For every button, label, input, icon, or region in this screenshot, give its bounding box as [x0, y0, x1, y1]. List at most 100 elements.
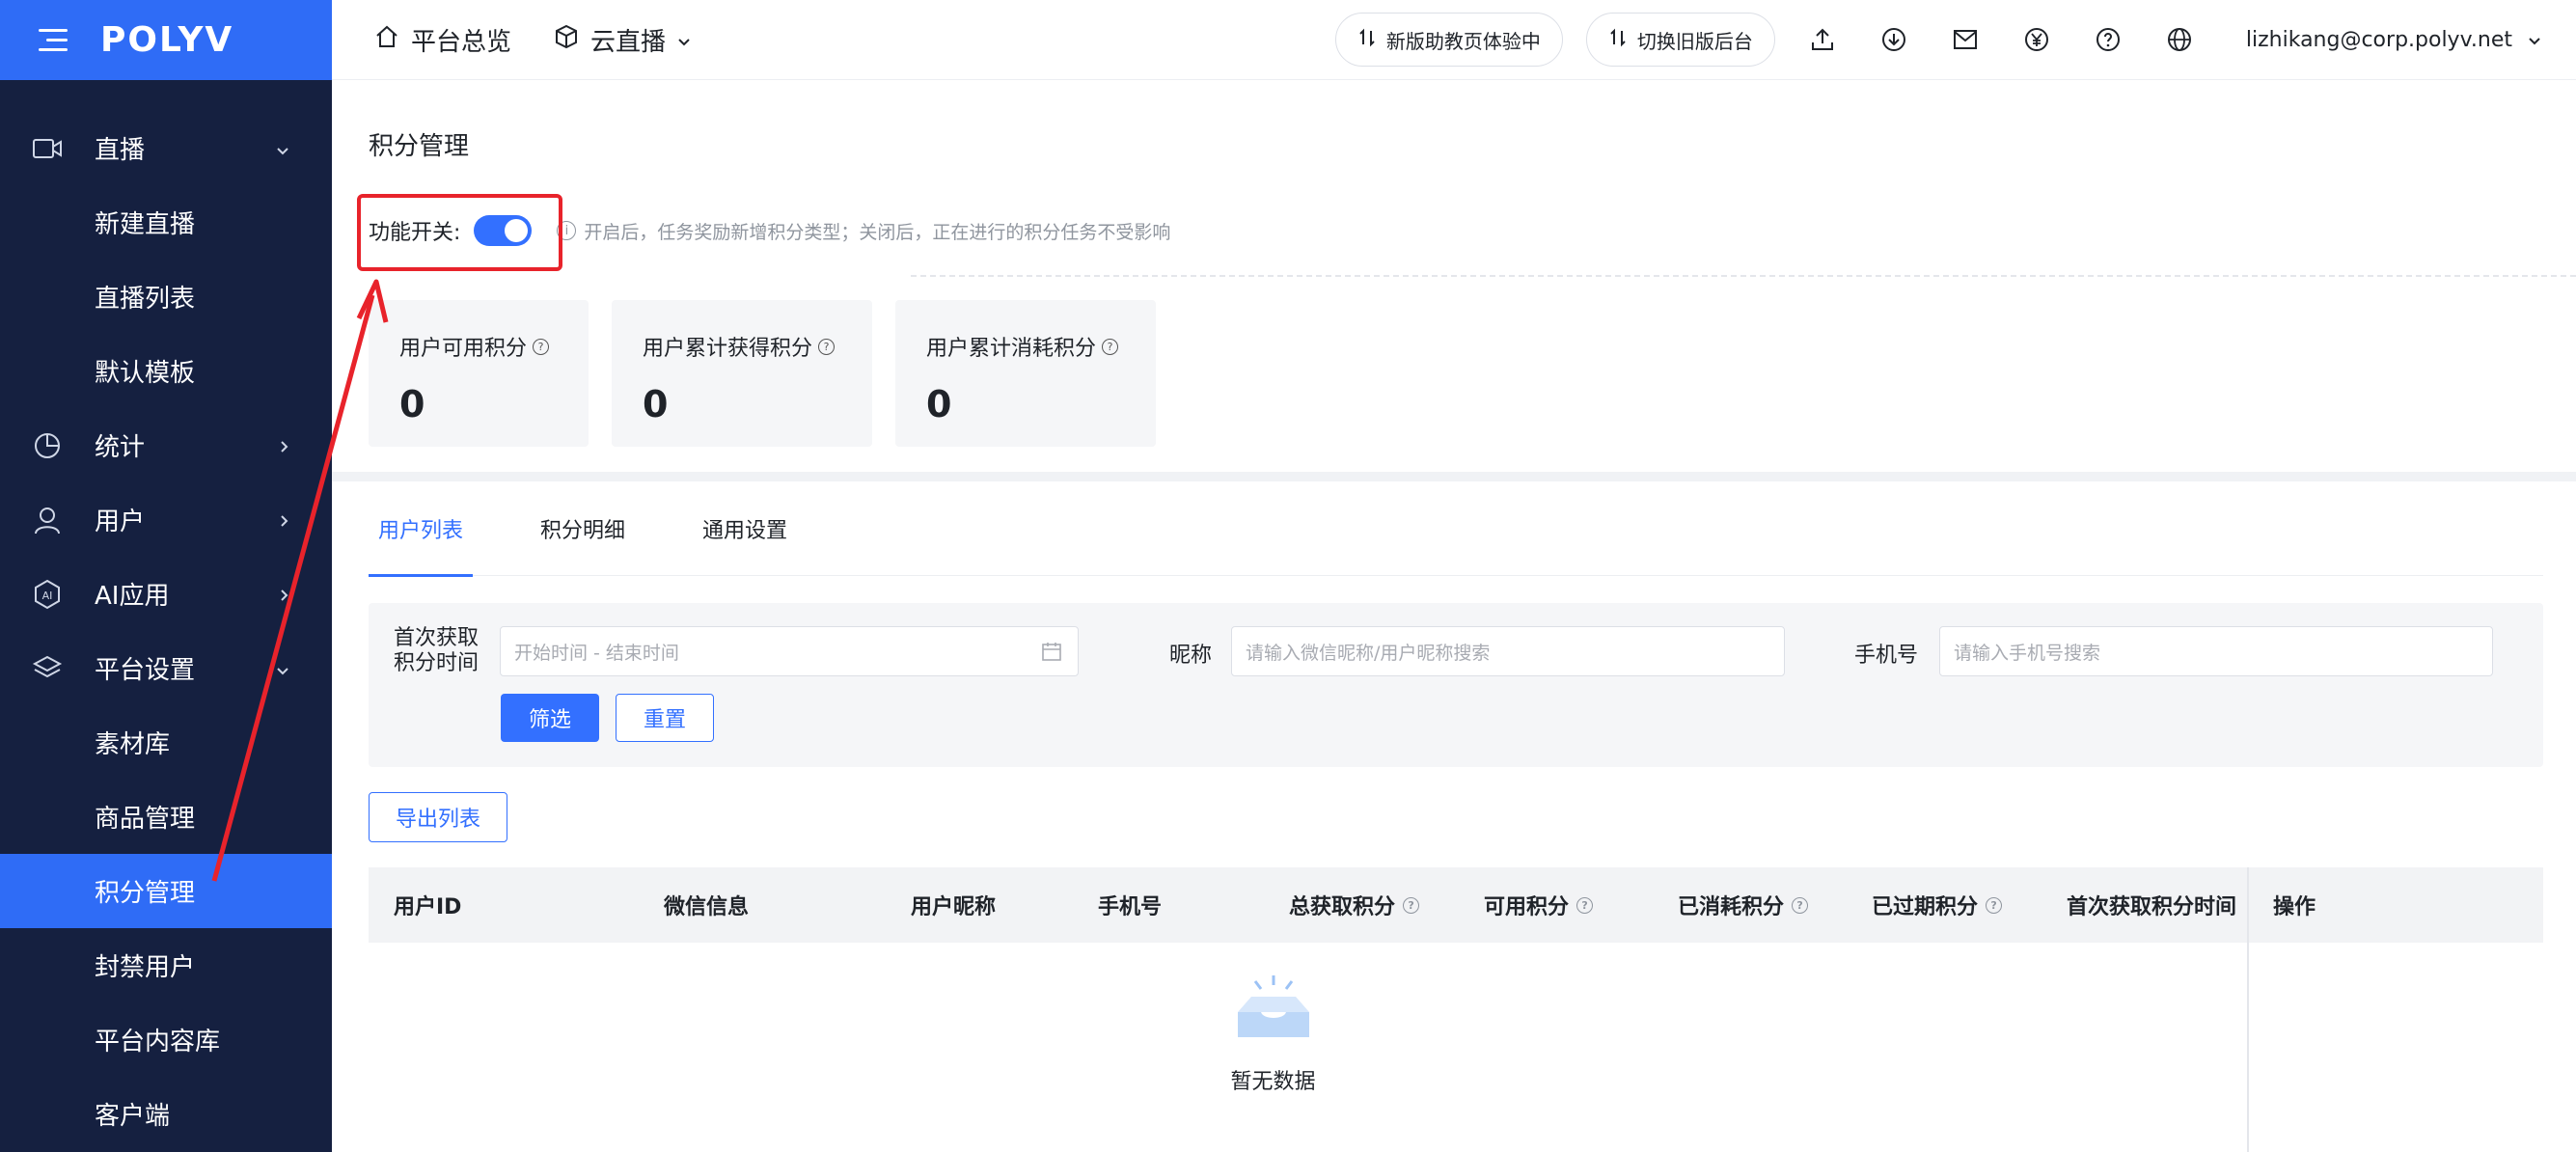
tab-general-settings[interactable]: 通用设置 — [693, 481, 797, 576]
sidebar-item-label: 素材库 — [95, 730, 171, 759]
brand-bar: POLYV — [0, 0, 332, 80]
top-actions: 新版助教页体验中 切换旧版后台 lizhikang@corp.polyv.net — [1334, 13, 2541, 67]
sidebar-item-label: 积分管理 — [95, 879, 196, 908]
sidebar-item-banned-users[interactable]: 封禁用户 — [0, 928, 332, 1002]
column-header-text: 首次获取积分时间 — [2067, 895, 2237, 919]
svg-text:AI: AI — [42, 590, 53, 602]
column-header: 首次获取积分时间 — [2067, 890, 2236, 920]
filter-panel: 首次获取 积分时间 开始时间 - 结束时间 昵称 请输入微信昵称/用户昵称搜索 … — [369, 603, 2543, 767]
nickname-label: 昵称 — [1169, 644, 1213, 668]
time-range-placeholder: 开始时间 - 结束时间 — [514, 642, 679, 664]
user-menu[interactable]: lizhikang@corp.polyv.net — [2246, 28, 2541, 52]
download-icon[interactable] — [1880, 26, 1907, 53]
question-icon[interactable]: ? — [1986, 896, 2003, 914]
switch-old-backend-button[interactable]: 切换旧版后台 — [1585, 13, 1775, 67]
chevron-right-icon — [280, 431, 289, 460]
menu-toggle-icon[interactable] — [39, 28, 68, 52]
question-icon[interactable]: ? — [1576, 896, 1594, 914]
reset-button[interactable]: 重置 — [616, 694, 714, 742]
overview-link[interactable]: 平台总览 — [374, 22, 511, 58]
stat-available-points: 用户可用积分? 0 — [369, 300, 589, 447]
time-range-input[interactable]: 开始时间 - 结束时间 — [500, 626, 1079, 676]
column-header: 总获取积分? — [1289, 890, 1420, 920]
cube-icon — [554, 24, 579, 56]
sidebar-item-label: 默认模板 — [95, 359, 196, 388]
time-filter-label-line2: 积分时间 — [394, 651, 480, 675]
sidebar-item-default-template[interactable]: 默认模板 — [0, 334, 332, 408]
sidebar-item-label: 客户端 — [95, 1102, 171, 1131]
sidebar-item-material[interactable]: 素材库 — [0, 705, 332, 780]
column-header-text: 手机号 — [1098, 895, 1163, 919]
sidebar-item-live[interactable]: 直播 — [0, 111, 332, 185]
filter-button[interactable]: 筛选 — [501, 694, 599, 742]
sidebar-item-products[interactable]: 商品管理 — [0, 780, 332, 854]
empty-box-icon — [1234, 974, 1313, 1045]
column-header: 已消耗积分? — [1678, 890, 1809, 920]
sidebar-item-stats[interactable]: 统计 — [0, 408, 332, 482]
chevron-down-icon — [677, 25, 691, 54]
stat-label: 用户累计获得积分? — [643, 331, 872, 362]
feature-hint: i 开启后，任务奖励新增积分类型；关闭后，正在进行的积分任务不受影响 — [557, 218, 1170, 244]
sidebar-item-label: 平台内容库 — [95, 1028, 221, 1056]
column-header-text: 用户ID — [394, 895, 462, 919]
layers-icon — [31, 652, 64, 685]
yen-icon[interactable] — [2023, 26, 2050, 53]
phone-input[interactable]: 请输入手机号搜索 — [1939, 626, 2493, 676]
user-points-table: 用户ID 微信信息 用户昵称 手机号 总获取积分? 可用积分? 已消耗积分? 已… — [369, 867, 2543, 1152]
nickname-placeholder: 请输入微信昵称/用户昵称搜索 — [1246, 642, 1491, 664]
switch-old-backend-label: 切换旧版后台 — [1636, 29, 1753, 53]
stat-label: 用户可用积分? — [399, 331, 589, 362]
sidebar-item-new-live[interactable]: 新建直播 — [0, 185, 332, 260]
column-header: 用户ID — [394, 890, 461, 920]
top-header: 平台总览 云直播 新版助教页体验中 切换旧版后台 lizhikang@corp.… — [332, 0, 2576, 80]
main-content: 积分管理 功能开关: i 开启后，任务奖励新增积分类型；关闭后，正在进行的积分任… — [332, 80, 2576, 1152]
sidebar-item-live-list[interactable]: 直播列表 — [0, 260, 332, 334]
points-overview-panel: 积分管理 功能开关: i 开启后，任务奖励新增积分类型；关闭后，正在进行的积分任… — [332, 80, 2576, 472]
help-icon[interactable] — [2095, 26, 2122, 53]
ai-icon: AI — [31, 578, 64, 611]
stat-value: 0 — [643, 383, 669, 425]
column-header: 已过期积分? — [1872, 890, 2003, 920]
sidebar-item-platform-settings[interactable]: 平台设置 — [0, 631, 332, 705]
time-filter-label: 首次获取 积分时间 — [394, 626, 479, 676]
question-icon[interactable]: ? — [1403, 896, 1420, 914]
fixed-column-divider — [2247, 867, 2249, 1152]
assistant-trial-label: 新版助教页体验中 — [1385, 29, 1541, 53]
product-switcher[interactable]: 云直播 — [554, 22, 691, 58]
question-icon[interactable]: ? — [533, 338, 550, 355]
swap-icon — [1357, 28, 1377, 52]
user-email: lizhikang@corp.polyv.net — [2245, 27, 2512, 52]
sidebar-item-label: 直播列表 — [95, 285, 196, 314]
question-icon[interactable]: ? — [1102, 338, 1119, 355]
sidebar-item-ai[interactable]: AI AI应用 — [0, 557, 332, 631]
sidebar-item-points[interactable]: 积分管理 — [0, 854, 332, 928]
stats-row: 用户可用积分? 0 用户累计获得积分? 0 用户累计消耗积分? 0 — [369, 300, 1156, 447]
mail-icon[interactable] — [1952, 26, 1979, 53]
question-icon[interactable]: ? — [818, 338, 836, 355]
product-label: 云直播 — [590, 27, 667, 57]
tab-user-list[interactable]: 用户列表 — [369, 481, 474, 577]
column-header-text: 已消耗积分 — [1678, 895, 1785, 919]
question-icon[interactable]: ? — [1792, 896, 1809, 914]
pie-chart-icon — [31, 429, 64, 462]
column-header-text: 微信信息 — [664, 895, 750, 919]
nickname-input[interactable]: 请输入微信昵称/用户昵称搜索 — [1231, 626, 1785, 676]
sidebar-item-content-library[interactable]: 平台内容库 — [0, 1002, 332, 1077]
divider — [911, 275, 2576, 277]
time-filter-label-line1: 首次获取 — [394, 626, 480, 650]
polyv-logo[interactable]: POLYV — [100, 20, 233, 60]
overview-label: 平台总览 — [411, 27, 512, 57]
sidebar-item-users[interactable]: 用户 — [0, 482, 332, 557]
globe-icon[interactable] — [2166, 26, 2193, 53]
tab-points-detail[interactable]: 积分明细 — [531, 481, 635, 576]
feature-hint-text: 开启后，任务奖励新增积分类型；关闭后，正在进行的积分任务不受影响 — [584, 221, 1171, 243]
upload-icon[interactable] — [1809, 26, 1836, 53]
sidebar: POLYV 直播 新建直播 直播列表 默认模板 统计 用户 AI AI应用 平台… — [0, 0, 332, 1152]
column-header-text: 用户昵称 — [911, 895, 997, 919]
assistant-trial-button[interactable]: 新版助教页体验中 — [1334, 13, 1563, 67]
export-list-button[interactable]: 导出列表 — [369, 792, 507, 842]
table-header: 用户ID 微信信息 用户昵称 手机号 总获取积分? 可用积分? 已消耗积分? 已… — [369, 867, 2543, 943]
sidebar-item-client[interactable]: 客户端 — [0, 1077, 332, 1151]
sidebar-item-label: 平台设置 — [95, 656, 196, 685]
column-header: 操作 — [2273, 890, 2316, 920]
